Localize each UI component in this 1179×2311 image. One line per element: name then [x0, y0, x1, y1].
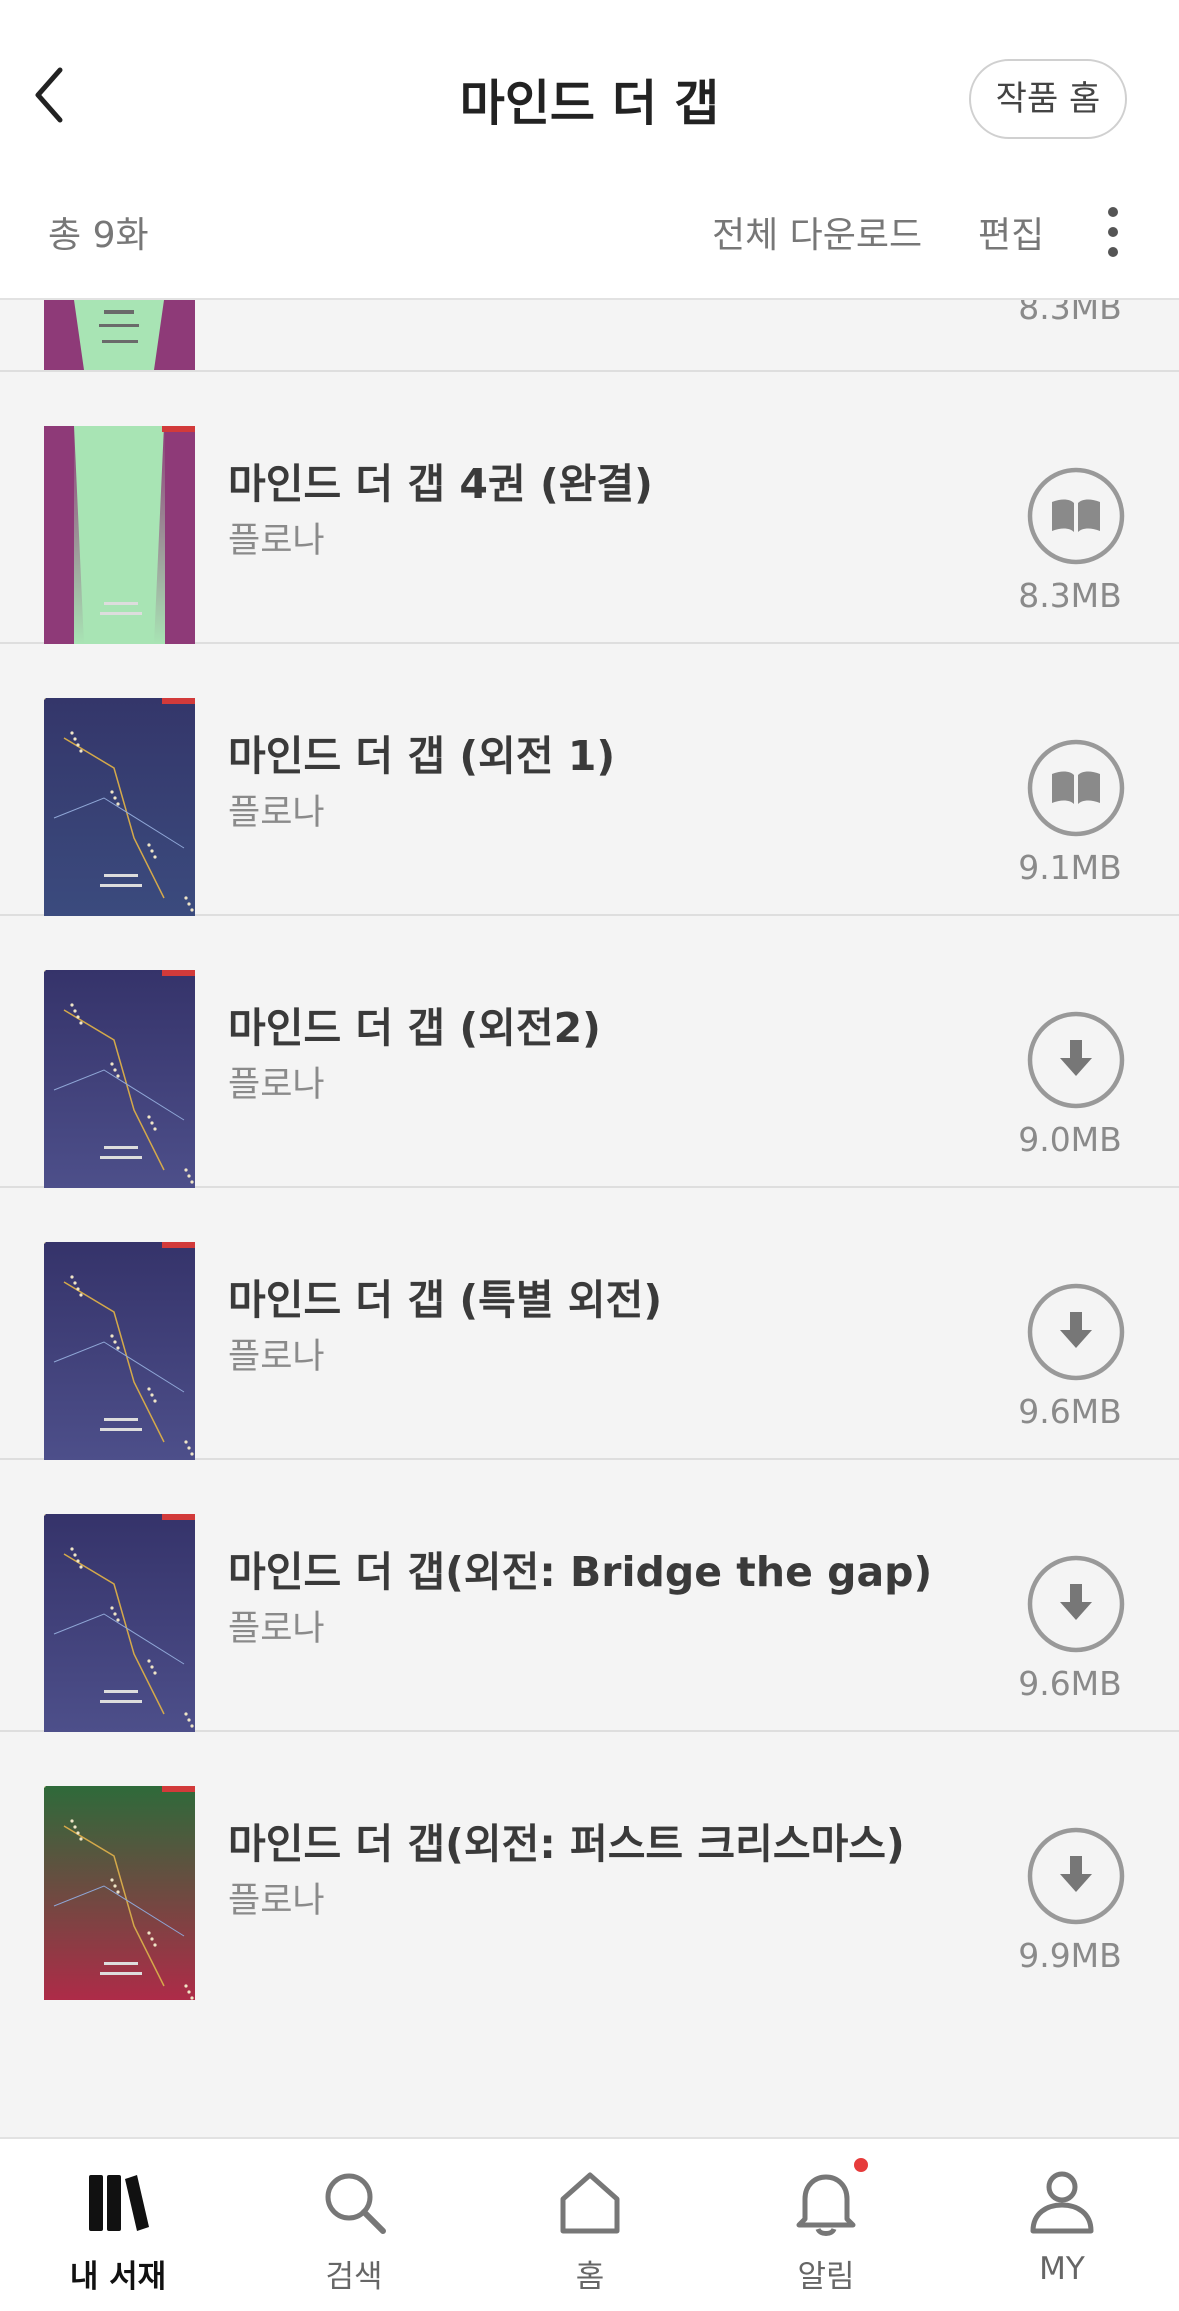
more-vertical-icon: [1108, 207, 1118, 257]
episode-list[interactable]: 8.3MB 마인드 더 갭 4권 (완결) 플로나 8.3MB 마인드 더 갭 (외전…: [0, 300, 1179, 2000]
file-size: 9.6MB: [1018, 1664, 1122, 1703]
episode-count: 총 9화: [48, 215, 149, 256]
episode-title: 마인드 더 갭 (외전 1): [228, 732, 616, 780]
tab-label: 홈: [575, 2259, 605, 2295]
more-button[interactable]: [1096, 200, 1130, 264]
episode-author: 플로나: [228, 1337, 325, 1377]
bell-icon: [796, 2174, 856, 2236]
download-icon: [1027, 1827, 1125, 1925]
episode-title: 마인드 더 갭 (외전2): [228, 1004, 601, 1052]
list-item[interactable]: 마인드 더 갭 (특별 외전) 플로나 9.6MB: [0, 1188, 1179, 1460]
download-button[interactable]: [1026, 1282, 1126, 1382]
read-button[interactable]: [1026, 738, 1126, 838]
file-size: 8.3MB: [1018, 576, 1122, 615]
episode-author: 플로나: [228, 1609, 325, 1649]
file-size: 9.6MB: [1018, 1392, 1122, 1431]
read-icon: [1027, 467, 1125, 565]
book-cover: [44, 426, 195, 644]
download-icon: [1027, 1555, 1125, 1653]
read-icon: [1027, 739, 1125, 837]
read-button[interactable]: [1026, 466, 1126, 566]
book-cover: [44, 1786, 195, 2000]
book-cover: [44, 300, 195, 370]
person-icon: [1030, 2171, 1094, 2234]
book-cover: [44, 698, 195, 916]
episode-author: 플로나: [228, 521, 325, 561]
download-button[interactable]: [1026, 1826, 1126, 1926]
episode-author: 플로나: [228, 1065, 325, 1105]
download-icon: [1027, 1011, 1125, 1109]
file-size: 9.9MB: [1018, 1936, 1122, 1975]
file-size: 9.1MB: [1018, 848, 1122, 887]
file-size: 8.3MB: [1018, 300, 1122, 327]
download-all-button[interactable]: 전체 다운로드: [712, 206, 922, 258]
home-icon: [560, 2172, 620, 2234]
edit-button[interactable]: 편집: [978, 206, 1044, 258]
tab-label: MY: [1039, 2251, 1085, 2287]
episode-author: 플로나: [228, 793, 325, 833]
download-icon: [1027, 1283, 1125, 1381]
list-item[interactable]: 마인드 더 갭(외전: Bridge the gap) 플로나 9.6MB: [0, 1460, 1179, 1732]
tab-search[interactable]: 검색: [236, 2139, 472, 2311]
book-cover: [44, 1242, 195, 1460]
file-size: 9.0MB: [1018, 1120, 1122, 1159]
tab-label: 검색: [325, 2259, 383, 2295]
book-cover: [44, 970, 195, 1188]
episode-title: 마인드 더 갭(외전: Bridge the gap): [228, 1548, 933, 1596]
episode-author: 플로나: [228, 1881, 325, 1921]
download-button[interactable]: [1026, 1010, 1126, 1110]
search-icon: [325, 2173, 386, 2234]
tab-my[interactable]: MY: [944, 2139, 1179, 2311]
download-button[interactable]: [1026, 1554, 1126, 1654]
list-item[interactable]: 마인드 더 갭 (외전2) 플로나 9.0MB: [0, 916, 1179, 1188]
tab-notifications[interactable]: 알림: [708, 2139, 944, 2311]
tab-library[interactable]: 내 서재: [0, 2139, 236, 2311]
list-item[interactable]: 마인드 더 갭(외전: 퍼스트 크리스마스) 플로나 9.9MB: [0, 1732, 1179, 2000]
episode-title: 마인드 더 갭 (특별 외전): [228, 1276, 663, 1324]
episode-title: 마인드 더 갭(외전: 퍼스트 크리스마스): [228, 1820, 905, 1868]
bottom-tab-bar: 내 서재 검색 홈 알림 MY: [0, 2137, 1179, 2311]
book-cover: [44, 1514, 195, 1732]
list-item[interactable]: 마인드 더 갭 4권 (완결) 플로나 8.3MB: [0, 372, 1179, 644]
list-item[interactable]: 8.3MB: [0, 300, 1179, 372]
list-item[interactable]: 마인드 더 갭 (외전 1) 플로나 9.1MB: [0, 644, 1179, 916]
header: 마인드 더 갭 작품 홈 총 9화 전체 다운로드 편집: [0, 0, 1179, 300]
work-home-button[interactable]: 작품 홈: [969, 59, 1127, 139]
tab-home[interactable]: 홈: [472, 2139, 708, 2311]
notification-badge: [854, 2158, 868, 2172]
library-icon: [89, 2175, 149, 2231]
episode-title: 마인드 더 갭 4권 (완결): [228, 460, 653, 508]
tab-label: 알림: [797, 2259, 855, 2295]
tab-label: 내 서재: [69, 2259, 167, 2295]
